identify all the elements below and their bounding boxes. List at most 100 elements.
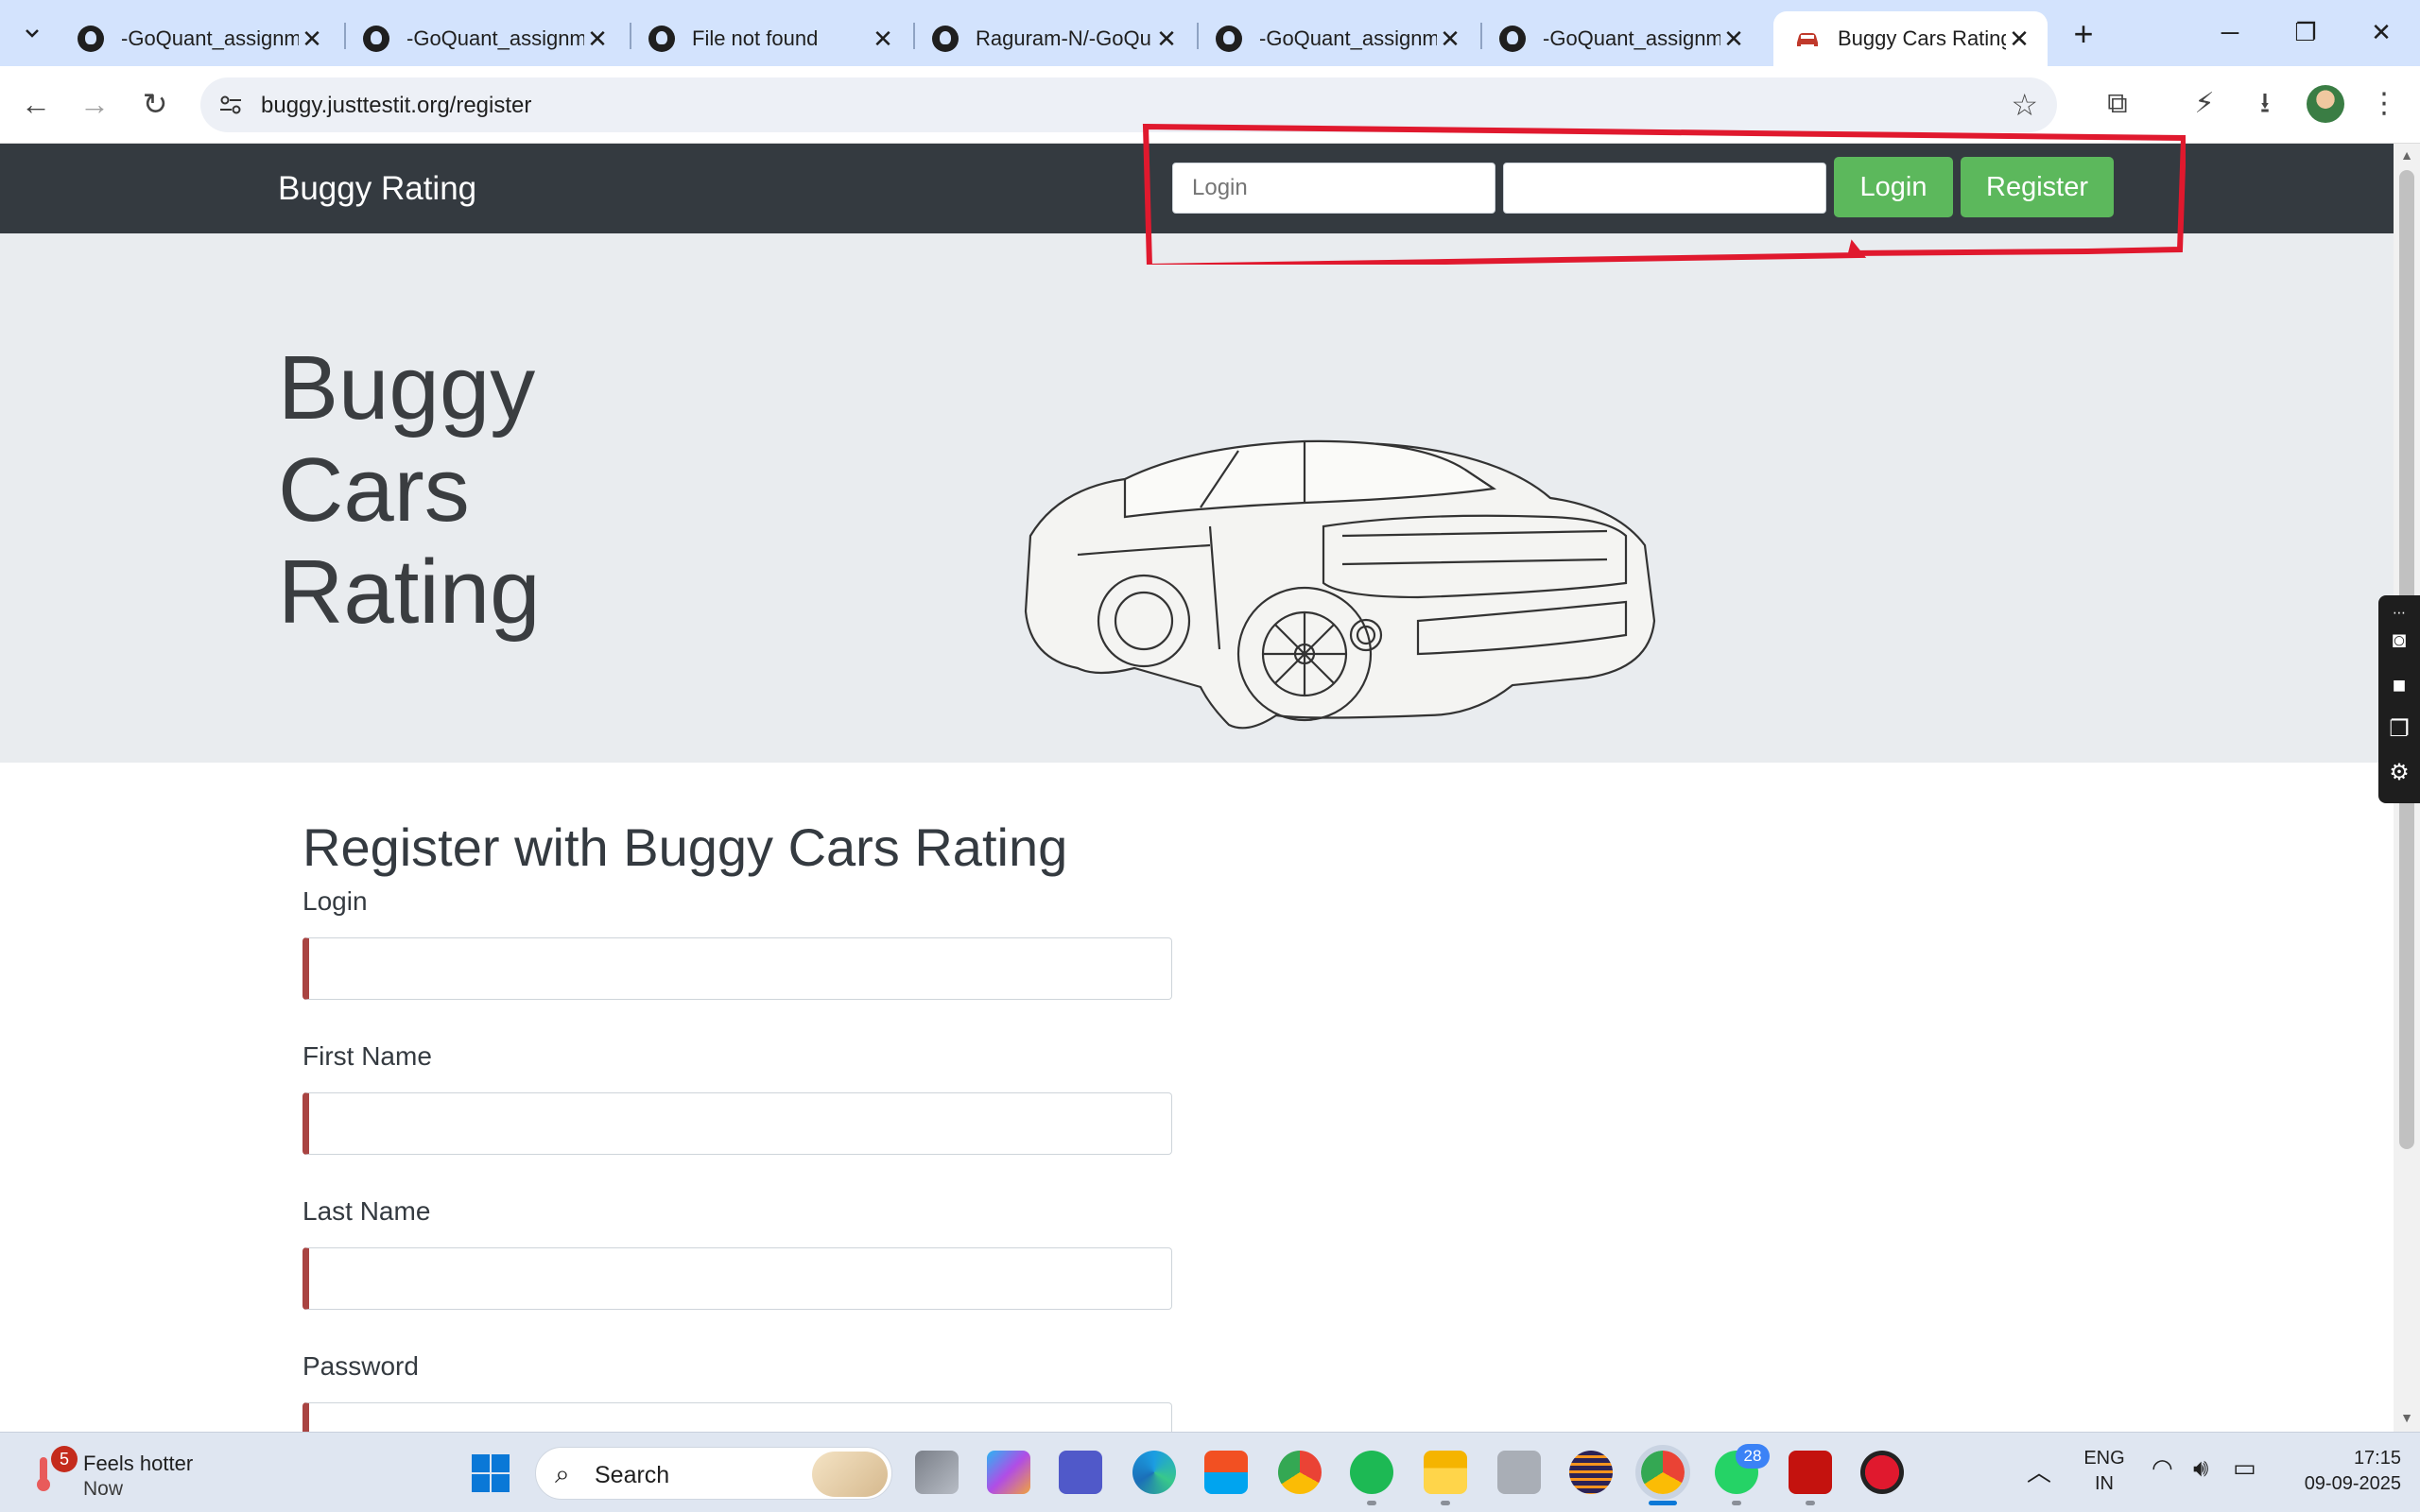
tab-title: -GoQuant_assignm <box>1543 26 1720 50</box>
language-code: ENG <box>2083 1448 2125 1469</box>
address-bar[interactable]: buggy.justtestit.org/register ☆ <box>200 77 2057 132</box>
app-running-indicator <box>1806 1501 1815 1505</box>
wifi-icon[interactable]: ◠ <box>2152 1453 2173 1483</box>
tab-close-icon[interactable]: ✕ <box>1437 25 1463 54</box>
first-name-input[interactable] <box>302 1092 1172 1155</box>
nav-login-input[interactable] <box>1172 163 1495 214</box>
reload-button[interactable]: ↻ <box>134 83 176 125</box>
hero-title: Buggy Cars Rating <box>278 337 656 644</box>
app-active-indicator <box>1649 1501 1677 1505</box>
browser-tab-strip: -GoQuant_assignm ✕ -GoQuant_assignm ✕ Fi… <box>0 0 2420 66</box>
register-button[interactable]: Register <box>1961 157 2114 217</box>
extensions-icon[interactable]: ⧉ <box>2099 85 2136 123</box>
chrome-active-icon[interactable] <box>1635 1445 1690 1500</box>
task-view-icon[interactable] <box>915 1451 959 1494</box>
profile-avatar[interactable] <box>2307 85 2344 123</box>
show-hidden-icons-chevron-icon[interactable]: ︿ <box>2027 1453 2051 1488</box>
github-icon <box>932 26 959 52</box>
search-icon: ⌕ <box>555 1459 570 1488</box>
app-running-indicator <box>1367 1501 1376 1505</box>
tab-close-icon[interactable]: ✕ <box>2006 25 2032 54</box>
windows-taskbar: 5 Feels hotter Now ⌕ Search 28 ︿ ENG IN … <box>0 1432 2420 1512</box>
tab-close-icon[interactable]: ✕ <box>1720 25 1747 54</box>
chevron-down-icon <box>26 29 39 38</box>
weather-widget[interactable]: 5 Feels hotter Now <box>32 1446 240 1503</box>
browser-tab[interactable]: -GoQuant_assignm ✕ <box>1195 11 1478 66</box>
url-text: buggy.justtestit.org/register <box>261 93 532 118</box>
taskbar-search-box[interactable]: ⌕ Search <box>535 1447 892 1500</box>
tab-close-icon[interactable]: ✕ <box>870 25 896 54</box>
register-form-section: Register with Buggy Cars Rating Login Fi… <box>302 805 1182 1432</box>
weather-time: Now <box>83 1478 124 1500</box>
input-language-indicator[interactable]: ENG IN <box>2083 1446 2125 1497</box>
site-info-icon[interactable] <box>216 90 246 120</box>
taskbar-search-label: Search <box>595 1462 670 1488</box>
copilot-icon[interactable] <box>987 1451 1030 1494</box>
bookmark-star-icon[interactable]: ☆ <box>2011 87 2038 123</box>
download-icon[interactable]: ⭳ <box>2246 85 2284 123</box>
system-clock[interactable]: 17:15 09-09-2025 <box>2278 1446 2401 1497</box>
region-code: IN <box>2095 1473 2114 1494</box>
web-page: Buggy Rating Login Register Buggy Cars R… <box>0 144 2420 1432</box>
register-login-input[interactable] <box>302 937 1172 1000</box>
tab-close-icon[interactable]: ✕ <box>1153 25 1180 54</box>
tab-title: Buggy Cars Rating <box>1838 26 2006 50</box>
nav-password-input[interactable] <box>1503 163 1826 214</box>
spotify-icon[interactable] <box>1350 1451 1393 1494</box>
browser-menu-icon[interactable]: ⋮ <box>2365 85 2403 123</box>
hero-title-line: Rating <box>278 541 541 643</box>
app-running-indicator <box>1441 1501 1450 1505</box>
teams-icon[interactable] <box>1059 1451 1102 1494</box>
tab-close-icon[interactable]: ✕ <box>584 25 611 54</box>
weather-title: Feels hotter <box>83 1452 194 1475</box>
browser-tab[interactable]: File not found ✕ <box>628 11 911 66</box>
weather-alert-badge: 5 <box>51 1446 78 1472</box>
performance-icon[interactable]: ⚡ <box>2186 85 2223 123</box>
app-icon[interactable] <box>1497 1451 1541 1494</box>
clock-time: 17:15 <box>2353 1448 2401 1469</box>
acrobat-icon[interactable] <box>1789 1451 1832 1494</box>
github-icon <box>363 26 389 52</box>
video-icon[interactable]: ■ <box>2386 673 2412 699</box>
browser-tab[interactable]: Raguram-N/-GoQu ✕ <box>911 11 1195 66</box>
browser-toolbar: ← → ↻ buggy.justtestit.org/register ☆ ⧉ … <box>0 66 2420 144</box>
tab-title: -GoQuant_assignm <box>406 26 584 50</box>
minimize-button[interactable]: ─ <box>2206 13 2254 51</box>
volume-icon[interactable]: 🔊︎ <box>2193 1453 2208 1484</box>
forward-button[interactable]: → <box>74 83 115 125</box>
file-explorer-icon[interactable] <box>1424 1451 1467 1494</box>
login-button[interactable]: Login <box>1834 157 1953 217</box>
car-sketch-image <box>1024 439 1656 730</box>
screen-recorder-icon[interactable] <box>1860 1451 1904 1494</box>
back-button[interactable]: ← <box>15 83 57 125</box>
tab-close-icon[interactable]: ✕ <box>299 25 325 54</box>
tab-search-button[interactable] <box>15 16 49 50</box>
browser-tab[interactable]: -GoQuant_assignm ✕ <box>57 11 340 66</box>
battery-icon[interactable]: ▭ <box>2233 1453 2256 1483</box>
scroll-up-arrow-icon[interactable]: ▲ <box>2397 147 2416 163</box>
browser-tab[interactable]: -GoQuant_assignm ✕ <box>1478 11 1762 66</box>
new-tab-button[interactable]: + <box>2065 15 2102 53</box>
close-window-button[interactable]: ✕ <box>2358 13 2405 51</box>
car-icon <box>1794 26 1821 52</box>
scroll-down-arrow-icon[interactable]: ▼ <box>2397 1410 2416 1425</box>
hero-jumbotron: Buggy Cars Rating <box>0 233 2394 763</box>
eclipse-icon[interactable] <box>1569 1451 1613 1494</box>
search-highlight-image <box>812 1452 888 1497</box>
browser-tab-active[interactable]: Buggy Cars Rating ✕ <box>1773 11 2048 66</box>
last-name-input[interactable] <box>302 1247 1172 1310</box>
gear-icon[interactable]: ⚙ <box>2386 760 2412 786</box>
chrome-icon[interactable] <box>1278 1451 1322 1494</box>
window-icon[interactable]: ❐ <box>2386 716 2412 743</box>
more-icon[interactable]: ⋯ <box>2386 599 2412 626</box>
browser-tab[interactable]: -GoQuant_assignm ✕ <box>342 11 626 66</box>
windows-start-icon[interactable] <box>471 1453 510 1493</box>
microsoft-store-icon[interactable] <box>1204 1451 1248 1494</box>
tab-title: Raguram-N/-GoQu <box>976 26 1151 50</box>
restore-button[interactable]: ❐ <box>2282 13 2329 51</box>
edge-icon[interactable] <box>1132 1451 1176 1494</box>
form-heading: Register with Buggy Cars Rating <box>302 817 1068 877</box>
register-password-input[interactable] <box>302 1402 1172 1432</box>
site-brand[interactable]: Buggy Rating <box>278 170 476 208</box>
camera-icon[interactable]: ◙ <box>2386 627 2412 654</box>
